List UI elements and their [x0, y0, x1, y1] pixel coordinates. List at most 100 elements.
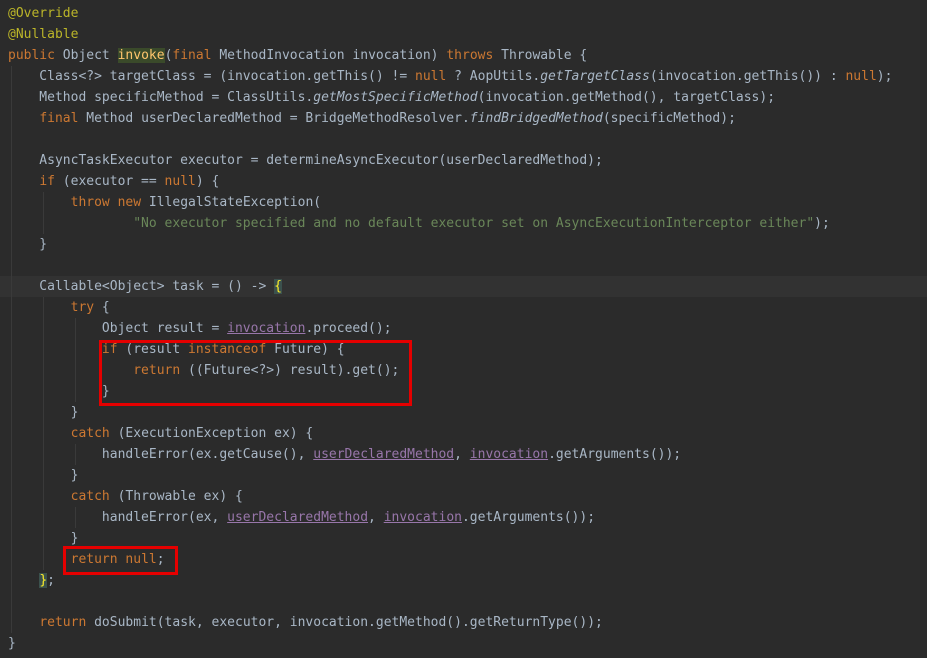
code-line[interactable]: final Method userDeclaredMethod = Bridge…: [8, 108, 736, 129]
code-token: Method specificMethod = ClassUtils.: [8, 90, 314, 105]
code-token: ) {: [195, 174, 220, 189]
code-line[interactable]: Class<?> targetClass = (invocation.getTh…: [8, 66, 892, 87]
code-token: }: [8, 636, 16, 651]
code-token: if: [39, 174, 55, 189]
code-token: userDeclaredMethod: [227, 510, 369, 525]
code-line[interactable]: }: [8, 381, 110, 402]
code-token: }: [8, 531, 79, 546]
code-token: final: [172, 48, 212, 63]
code-line[interactable]: Method specificMethod = ClassUtils.getMo…: [8, 87, 775, 108]
code-line[interactable]: };: [8, 570, 55, 591]
code-line[interactable]: "No executor specified and no default ex…: [8, 213, 830, 234]
code-token: (invocation.getMethod(), targetClass);: [477, 90, 776, 105]
code-token: @Nullable: [8, 27, 79, 42]
code-token: );: [814, 216, 830, 231]
code-token: handleError(ex.getCause(),: [8, 447, 314, 462]
code-token: throws: [446, 48, 494, 63]
code-token: invocation: [469, 447, 549, 462]
code-token: MethodInvocation invocation): [211, 48, 447, 63]
code-line[interactable]: Object result = invocation.proceed();: [8, 318, 392, 339]
code-token: getMostSpecificMethod: [313, 90, 478, 105]
code-token: Object: [54, 48, 118, 63]
code-token: invocation: [383, 510, 462, 525]
code-token: (executor ==: [54, 174, 165, 189]
code-token: public: [8, 48, 55, 63]
code-token: .proceed();: [305, 321, 392, 336]
code-token: catch: [70, 489, 110, 504]
code-token: (Throwable ex) {: [109, 489, 243, 504]
code-token: userDeclaredMethod: [313, 447, 455, 462]
code-token: Callable<Object> task = () ->: [8, 279, 275, 294]
code-token: Throwable {: [493, 48, 588, 63]
code-token: Class<?> targetClass = (invocation.getTh…: [8, 69, 415, 84]
code-token: getTargetClass: [540, 69, 650, 84]
code-token: return: [39, 615, 87, 630]
code-token: ,: [368, 510, 384, 525]
code-token: ? AopUtils.: [446, 69, 541, 84]
code-line[interactable]: catch (ExecutionException ex) {: [8, 423, 314, 444]
code-token: "No executor specified and no default ex…: [133, 216, 815, 231]
code-line[interactable]: }: [8, 402, 79, 423]
code-line[interactable]: public Object invoke(final MethodInvocat…: [8, 45, 587, 66]
code-token: throw new: [70, 195, 142, 210]
code-line[interactable]: }: [8, 633, 16, 654]
code-token: .getArguments());: [461, 510, 596, 525]
code-token: }: [8, 468, 79, 483]
code-token: .getArguments());: [548, 447, 682, 462]
code-line[interactable]: }: [8, 465, 79, 486]
code-line[interactable]: if (executor == null) {: [8, 171, 219, 192]
code-line[interactable]: return doSubmit(task, executor, invocati…: [8, 612, 603, 633]
code-line[interactable]: throw new IllegalStateException(: [8, 192, 321, 213]
code-token: (specificMethod);: [602, 111, 736, 126]
code-token: ;: [47, 573, 55, 588]
code-line[interactable]: }: [8, 234, 47, 255]
code-token: }: [39, 573, 48, 588]
code-token: }: [8, 405, 79, 420]
code-token: handleError(ex,: [8, 510, 228, 525]
code-line[interactable]: handleError(ex.getCause(), userDeclaredM…: [8, 444, 681, 465]
code-token: Method userDeclaredMethod = BridgeMethod…: [78, 111, 470, 126]
highlight-box-return-null: [63, 546, 178, 575]
code-line[interactable]: catch (Throwable ex) {: [8, 486, 243, 507]
code-token: (invocation.getThis()) :: [649, 69, 846, 84]
code-token: Object result =: [8, 321, 228, 336]
code-token: findBridgedMethod: [469, 111, 603, 126]
code-line[interactable]: handleError(ex, userDeclaredMethod, invo…: [8, 507, 595, 528]
code-token: IllegalStateException(: [141, 195, 322, 210]
code-token: invoke: [117, 48, 165, 63]
code-token: catch: [70, 426, 110, 441]
code-line[interactable]: @Override: [8, 3, 78, 24]
code-token: {: [274, 279, 282, 294]
code-token: try: [70, 300, 95, 315]
code-token: }: [8, 237, 48, 252]
code-token: ,: [454, 447, 470, 462]
code-line[interactable]: AsyncTaskExecutor executor = determineAs…: [8, 150, 603, 171]
code-line[interactable]: @Nullable: [8, 24, 78, 45]
code-token: (ExecutionException ex) {: [109, 426, 314, 441]
code-token: null: [845, 69, 877, 84]
code-editor[interactable]: @Override @Nullable public Object invoke(f…: [0, 0, 927, 658]
code-line[interactable]: try {: [8, 297, 110, 318]
code-token: }: [8, 384, 110, 399]
code-line[interactable]: Callable<Object> task = () -> {: [8, 276, 282, 297]
code-token: {: [94, 300, 110, 315]
code-token: doSubmit(task, executor, invocation.getM…: [86, 615, 603, 630]
highlight-box-if-future: [99, 340, 412, 406]
code-token: null: [415, 69, 447, 84]
code-token: invocation: [227, 321, 306, 336]
code-token: AsyncTaskExecutor executor = determineAs…: [8, 153, 603, 168]
code-token: null: [164, 174, 196, 189]
code-token: );: [876, 69, 893, 84]
code-token: @Override: [8, 6, 79, 21]
